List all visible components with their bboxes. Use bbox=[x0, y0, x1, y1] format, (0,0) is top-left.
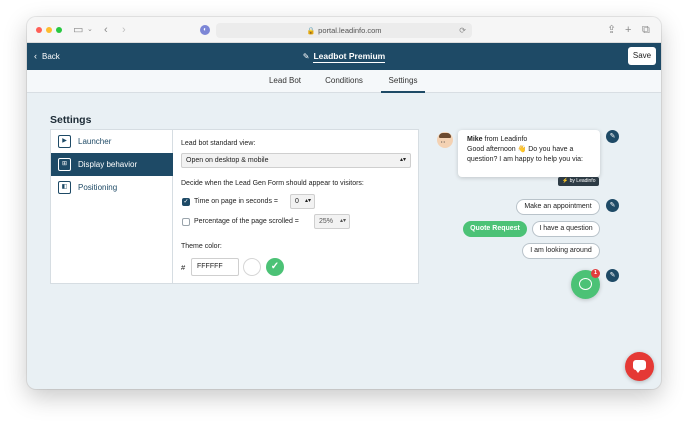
nav-item-label: Launcher bbox=[78, 137, 112, 146]
sidebar-icon[interactable]: ▭ bbox=[73, 23, 83, 37]
page-scrolled-checkbox[interactable] bbox=[182, 218, 190, 226]
play-icon: ▶ bbox=[58, 135, 71, 148]
time-on-page-select[interactable]: 0 ▴▾ bbox=[290, 194, 315, 209]
time-on-page-label: Time on page in seconds = bbox=[194, 198, 278, 205]
color-swatch[interactable] bbox=[243, 258, 261, 276]
page-title[interactable]: ✎ Leadbot Premium bbox=[27, 50, 661, 63]
settings-heading: Settings bbox=[50, 114, 92, 126]
nav-item-display-behavior[interactable]: ⊞ Display behavior bbox=[51, 153, 173, 176]
settings-panel: ▶ Launcher ⊞ Display behavior ◧ Position… bbox=[50, 129, 419, 284]
tabs-overview-icon[interactable]: ⧉ bbox=[642, 23, 650, 37]
tab-lead-bot[interactable]: Lead Bot bbox=[266, 70, 304, 93]
url-text: portal.leadinfo.com bbox=[318, 26, 382, 35]
select-arrows-icon: ▴▾ bbox=[304, 198, 311, 204]
tab-settings[interactable]: Settings bbox=[381, 70, 425, 93]
browser-toolbar: ▭ ⌄ ‹ › ◐ 🔒 portal.leadinfo.com ⟳ ⇪ + ⧉ bbox=[27, 17, 661, 43]
nav-item-label: Positioning bbox=[78, 183, 118, 192]
agent-avatar: • • bbox=[437, 132, 453, 148]
forward-nav-icon[interactable]: › bbox=[122, 23, 126, 37]
nav-item-label: Display behavior bbox=[78, 160, 138, 169]
share-icon[interactable]: ⇪ bbox=[607, 23, 616, 37]
standard-view-select[interactable]: Open on desktop & mobile ▴▾ bbox=[181, 153, 411, 168]
new-tab-icon[interactable]: + bbox=[625, 23, 631, 37]
chat-bubble-icon bbox=[579, 278, 592, 290]
agent-from: from Leadinfo bbox=[484, 136, 528, 143]
edit-options-pencil-icon[interactable]: ✎ bbox=[606, 199, 619, 212]
position-icon: ◧ bbox=[58, 181, 71, 194]
settings-nav: ▶ Launcher ⊞ Display behavior ◧ Position… bbox=[51, 130, 173, 283]
option-have-question[interactable]: I have a question bbox=[532, 221, 600, 237]
hash-label: # bbox=[181, 263, 186, 272]
page-scrolled-value: 25% bbox=[319, 218, 334, 225]
standard-view-value: Open on desktop & mobile bbox=[186, 157, 269, 164]
notification-badge: 1 bbox=[591, 269, 600, 278]
app-header: ‹ Back ✎ Leadbot Premium Save bbox=[27, 43, 661, 70]
address-bar[interactable]: 🔒 portal.leadinfo.com ⟳ bbox=[216, 23, 472, 38]
message-tail bbox=[635, 369, 641, 373]
select-arrows-icon: ▴▾ bbox=[399, 157, 406, 163]
theme-color-label: Theme color: bbox=[181, 243, 222, 250]
standard-view-label: Lead bot standard view: bbox=[181, 140, 256, 147]
pencil-icon: ✎ bbox=[302, 52, 310, 61]
agent-name: Mike bbox=[467, 136, 483, 143]
page-scrolled-label: Percentage of the page scrolled = bbox=[194, 218, 299, 225]
close-window-button[interactable] bbox=[36, 27, 42, 33]
greeting-bubble: Mike from Leadinfo Good afternoon 👋 Do y… bbox=[458, 130, 600, 177]
powered-by-badge: ⚡ by Leadinfo bbox=[558, 177, 600, 186]
time-on-page-value: 0 bbox=[295, 198, 299, 205]
theme-color-input[interactable]: FFFFFF bbox=[191, 258, 239, 276]
lock-icon: 🔒 bbox=[306, 28, 316, 35]
avatar-hair bbox=[439, 133, 451, 138]
decide-label: Decide when the Lead Gen Form should app… bbox=[181, 180, 364, 187]
option-looking-around[interactable]: I am looking around bbox=[522, 243, 600, 259]
nav-item-positioning[interactable]: ◧ Positioning bbox=[51, 176, 173, 199]
chevron-down-icon[interactable]: ⌄ bbox=[87, 23, 93, 37]
layout-icon: ⊞ bbox=[58, 158, 71, 171]
page-scrolled-select[interactable]: 25% ▴▾ bbox=[314, 214, 350, 229]
option-quote-request[interactable]: Quote Request bbox=[463, 221, 527, 237]
browser-window: ▭ ⌄ ‹ › ◐ 🔒 portal.leadinfo.com ⟳ ⇪ + ⧉ ‹… bbox=[27, 17, 661, 389]
back-nav-icon[interactable]: ‹ bbox=[104, 23, 108, 37]
tab-conditions[interactable]: Conditions bbox=[321, 70, 367, 93]
apply-color-check-icon[interactable]: ✓ bbox=[266, 258, 284, 276]
reload-icon[interactable]: ⟳ bbox=[459, 23, 466, 38]
time-on-page-checkbox[interactable]: ✓ bbox=[182, 198, 190, 206]
nav-item-launcher[interactable]: ▶ Launcher bbox=[51, 130, 173, 153]
tab-bar: Lead Bot Conditions Settings bbox=[27, 70, 661, 93]
edit-greeting-pencil-icon[interactable]: ✎ bbox=[606, 130, 619, 143]
zoom-window-button[interactable] bbox=[56, 27, 62, 33]
edit-launcher-pencil-icon[interactable]: ✎ bbox=[606, 269, 619, 282]
save-button[interactable]: Save bbox=[628, 47, 656, 65]
support-chat-button[interactable] bbox=[625, 352, 654, 381]
avatar-face: • • bbox=[441, 139, 445, 144]
select-arrows-icon: ▴▾ bbox=[339, 218, 346, 224]
privacy-shield-icon[interactable]: ◐ bbox=[200, 25, 210, 35]
greeting-text: Good afternoon 👋 Do you have a question?… bbox=[467, 146, 583, 163]
minimize-window-button[interactable] bbox=[46, 27, 52, 33]
page-title-text: Leadbot Premium bbox=[313, 51, 386, 63]
option-make-appointment[interactable]: Make an appointment bbox=[516, 199, 600, 215]
